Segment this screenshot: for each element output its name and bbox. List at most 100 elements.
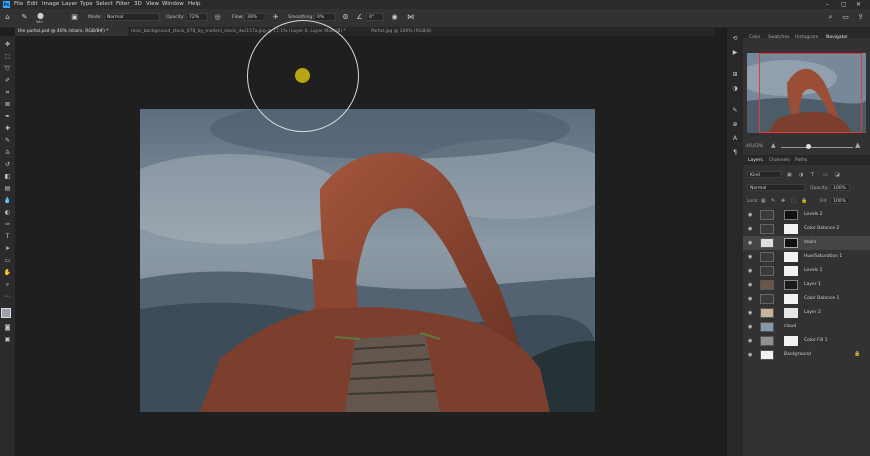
pen-tool-icon[interactable]: ✑ (3, 221, 12, 229)
symmetry-icon[interactable]: ⋈ (406, 13, 415, 22)
layer-row-levels-2[interactable]: ◉ Levels 2 (743, 208, 870, 222)
mode-select[interactable]: Normal (104, 13, 160, 21)
smoothing-settings-icon[interactable]: ⚙ (341, 13, 350, 22)
layer-name[interactable]: cloud (784, 324, 796, 329)
workspace-icon[interactable]: ▭ (841, 13, 850, 22)
menu-edit[interactable]: Edit (27, 1, 38, 7)
layer-mask-thumbnail[interactable] (784, 308, 798, 318)
pressure-opacity-icon[interactable]: ◎ (213, 13, 222, 22)
filter-shape-icon[interactable]: ▭ (823, 172, 828, 178)
clone-source-icon[interactable]: ⊕ (731, 121, 739, 129)
visibility-eye-icon[interactable]: ◉ (748, 226, 754, 232)
layer-mask-thumbnail[interactable] (784, 294, 798, 304)
layer-name[interactable]: Levels 2 (804, 212, 823, 217)
menu-select[interactable]: Select (96, 1, 113, 7)
clone-stamp-tool-icon[interactable]: ♙ (3, 149, 12, 157)
menu-3d[interactable]: 3D (134, 1, 142, 7)
layer-mask-thumbnail[interactable] (784, 238, 798, 248)
foreground-color-swatch[interactable] (1, 308, 11, 318)
layer-name[interactable]: Color Balance 2 (804, 226, 839, 231)
search-icon[interactable]: ⌕ (826, 13, 835, 22)
menu-help[interactable]: Help (188, 1, 201, 7)
lock-transparent-icon[interactable]: ▦ (761, 198, 766, 204)
menu-type[interactable]: Type (80, 1, 93, 7)
tab-channels[interactable]: Channels (769, 158, 790, 163)
history-panel-icon[interactable]: ⟲ (731, 35, 739, 43)
layer-name[interactable]: stairs (804, 240, 816, 245)
tab-navigator[interactable]: Navigator (826, 35, 848, 40)
layer-row-color-balance-1[interactable]: ◉ Color Balance 1 (743, 292, 870, 306)
pressure-size-icon[interactable]: ◉ (390, 13, 399, 22)
menu-view[interactable]: View (146, 1, 159, 7)
move-tool-icon[interactable]: ✥ (3, 41, 12, 49)
screen-mode-icon[interactable]: ▣ (3, 336, 12, 344)
paragraph-panel-icon[interactable]: ¶ (731, 149, 739, 157)
layer-name[interactable]: Layer 1 (804, 282, 821, 287)
more-tools-icon[interactable]: ⋯ (3, 293, 12, 301)
layer-row-background[interactable]: ◉ Background 🔒 (743, 348, 870, 362)
dodge-tool-icon[interactable]: ◐ (3, 209, 12, 217)
layer-opacity-input[interactable]: 100% (830, 184, 850, 191)
visibility-eye-icon[interactable]: ◉ (748, 296, 754, 302)
tab-the-portal[interactable]: the portal.psd @ 40% (stairs, RGB/8#) * (15, 27, 128, 36)
layer-fill-input[interactable]: 100% (830, 197, 850, 204)
layer-filter-kind[interactable]: Kind (747, 171, 781, 178)
menu-file[interactable]: File (14, 1, 23, 7)
layer-row-layer-2[interactable]: ◉ Layer 2 (743, 306, 870, 320)
quick-mask-icon[interactable]: ◙ (3, 324, 12, 332)
filter-pixel-icon[interactable]: ▣ (787, 172, 792, 178)
blur-tool-icon[interactable]: 💧 (3, 197, 12, 205)
character-panel-icon[interactable]: A (731, 135, 739, 143)
navigator-view-frame[interactable] (759, 53, 862, 133)
close-icon[interactable]: ✕ (856, 1, 861, 8)
airbrush-icon[interactable]: ✈ (271, 13, 280, 22)
visibility-eye-icon[interactable]: ◉ (748, 282, 754, 288)
tab-layers[interactable]: Layers (748, 158, 763, 163)
menu-window[interactable]: Window (162, 1, 184, 7)
share-icon[interactable]: ⇪ (856, 13, 865, 22)
healing-brush-tool-icon[interactable]: ✚ (3, 125, 12, 133)
visibility-eye-icon[interactable]: ◉ (748, 268, 754, 274)
tab-portal-jpg[interactable]: Portal.jpg @ 100% (RGB/8) (368, 27, 448, 36)
tab-paths[interactable]: Paths (795, 158, 807, 163)
tab-swatches[interactable]: Swatches (768, 35, 790, 40)
quick-select-tool-icon[interactable]: ✐ (3, 77, 12, 85)
marquee-tool-icon[interactable]: ⬚ (3, 53, 12, 61)
blend-mode-select[interactable]: Normal (747, 184, 805, 191)
visibility-eye-icon[interactable]: ◉ (748, 324, 754, 330)
layer-name[interactable]: Hue/Saturation 1 (804, 254, 842, 259)
layer-name[interactable]: Levels 1 (804, 268, 823, 273)
opacity-input[interactable]: 72% (186, 13, 208, 21)
visibility-eye-icon[interactable]: ◉ (748, 254, 754, 260)
navigator-zoom-value[interactable]: 40,03% (746, 144, 763, 149)
menu-layer[interactable]: Layer (62, 1, 77, 7)
history-brush-tool-icon[interactable]: ↺ (3, 161, 12, 169)
brush-settings-icon[interactable]: ▣ (70, 13, 79, 22)
frame-tool-icon[interactable]: ⊠ (3, 101, 12, 109)
layer-row-levels-1[interactable]: ◉ Levels 1 (743, 264, 870, 278)
minimize-icon[interactable]: – (826, 1, 829, 8)
brush-panel-icon[interactable]: ✎ (731, 107, 739, 115)
lock-all-icon[interactable]: 🔒 (801, 198, 807, 204)
type-tool-icon[interactable]: T (3, 233, 12, 241)
filter-type-icon[interactable]: T (811, 172, 814, 178)
layer-mask-thumbnail[interactable] (784, 224, 798, 234)
smoothing-input[interactable]: 0% (314, 13, 336, 21)
layer-name[interactable]: Color Balance 1 (804, 296, 839, 301)
layer-mask-thumbnail[interactable] (784, 266, 798, 276)
eraser-tool-icon[interactable]: ◧ (3, 173, 12, 181)
layer-row-hue-saturation-1[interactable]: ◉ Hue/Saturation 1 (743, 250, 870, 264)
visibility-eye-icon[interactable]: ◉ (748, 240, 754, 246)
actions-panel-icon[interactable]: ▶ (731, 49, 739, 57)
path-select-tool-icon[interactable]: ➤ (3, 245, 12, 253)
gradient-tool-icon[interactable]: ▤ (3, 185, 12, 193)
layer-name[interactable]: Background (784, 352, 811, 357)
tab-color[interactable]: Color (749, 35, 761, 40)
filter-adjustment-icon[interactable]: ◑ (799, 172, 803, 178)
brush-tool-icon[interactable]: ✎ (20, 13, 29, 22)
zoom-out-icon[interactable]: ▲ (771, 142, 776, 149)
lock-image-icon[interactable]: ✎ (771, 198, 775, 204)
layer-mask-thumbnail[interactable] (784, 252, 798, 262)
rectangle-tool-icon[interactable]: ▭ (3, 257, 12, 265)
layer-row-stairs[interactable]: ◉ stairs (743, 236, 870, 250)
